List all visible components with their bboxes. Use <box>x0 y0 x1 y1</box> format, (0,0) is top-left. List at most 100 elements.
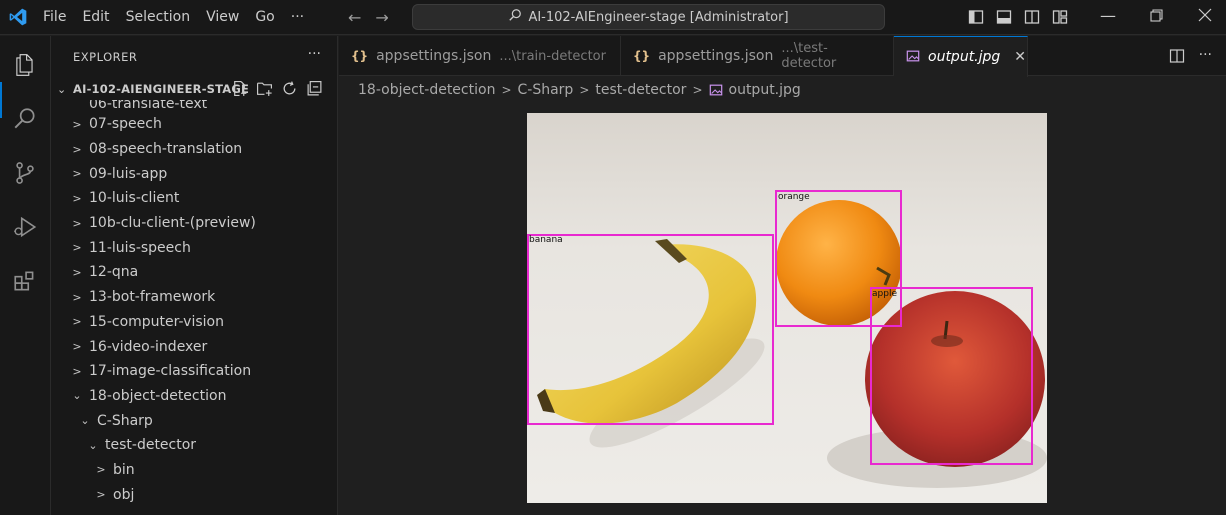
new-folder-icon[interactable] <box>256 80 273 101</box>
editor-tab-bar: {} appsettings.json ...\train-detector {… <box>339 36 1226 77</box>
menu-go[interactable]: Go <box>247 9 282 25</box>
toggle-primary-sidebar-icon[interactable] <box>968 9 984 29</box>
toggle-secondary-sidebar-icon[interactable] <box>1024 9 1040 29</box>
layout-controls <box>968 9 1068 29</box>
tree-item-label: obj <box>113 486 135 503</box>
menu-selection[interactable]: Selection <box>118 9 199 25</box>
menu-edit[interactable]: Edit <box>74 9 117 25</box>
vscode-logo-icon <box>0 0 35 35</box>
breadcrumb-item[interactable]: test-detector <box>595 82 686 98</box>
run-debug-icon[interactable] <box>10 212 40 242</box>
tree-item-partial[interactable]: 06-translate-text <box>89 100 207 112</box>
tab-appsettings-train[interactable]: {} appsettings.json ...\train-detector <box>339 36 621 76</box>
menu-view[interactable]: View <box>198 9 247 25</box>
tree-item-label: 12-qna <box>89 264 139 281</box>
json-file-icon: {} <box>633 49 651 63</box>
chevron-right-icon: > <box>72 364 82 378</box>
tree-item-label: 13-bot-framework <box>89 289 216 306</box>
tree-item[interactable]: >15-computer-vision <box>51 310 337 335</box>
tree-item-label: 08-speech-translation <box>89 141 243 158</box>
title-bar: File Edit Selection View Go ··· ← → AI-1… <box>0 0 1226 35</box>
close-window-icon[interactable] <box>1198 8 1212 26</box>
forward-arrow-icon[interactable]: → <box>375 8 388 27</box>
tab-label: appsettings.json <box>658 48 774 64</box>
tree-item-label: C-Sharp <box>97 412 153 429</box>
tree-item-label: 17-image-classification <box>89 363 252 380</box>
more-actions-icon[interactable]: ··· <box>1199 48 1212 68</box>
tree-item-label: 16-video-indexer <box>89 338 208 355</box>
restore-icon[interactable] <box>1150 9 1163 26</box>
detection-box-apple <box>870 287 1033 465</box>
close-tab-icon[interactable]: ✕ <box>1014 49 1026 65</box>
file-tree: >07-speech >08-speech-translation >09-luis… <box>51 112 337 507</box>
search-icon <box>508 8 522 26</box>
activity-bar <box>0 36 51 515</box>
command-center-search[interactable]: AI-102-AIEngineer-stage [Administrator] <box>412 4 885 30</box>
chevron-down-icon: ⌄ <box>72 389 82 403</box>
tree-item[interactable]: >11-luis-speech <box>51 235 337 260</box>
chevron-right-icon: > <box>72 315 82 329</box>
tree-item-label: 09-luis-app <box>89 165 168 182</box>
chevron-right-icon: > <box>72 117 82 131</box>
chevron-right-icon: > <box>72 340 82 354</box>
tree-item-label: 18-object-detection <box>89 387 227 404</box>
tab-output-jpg[interactable]: output.jpg ✕ <box>894 36 1028 77</box>
refresh-icon[interactable] <box>281 80 298 101</box>
tree-item[interactable]: > bin <box>51 458 337 483</box>
tree-item-label: 11-luis-speech <box>89 239 191 256</box>
chevron-right-icon: > <box>72 191 82 205</box>
tree-item[interactable]: >13-bot-framework <box>51 285 337 310</box>
minimize-icon[interactable]: — <box>1100 6 1116 25</box>
workspace-section-header[interactable]: ⌄ AI-102-AIENGINEER-STAGE <box>51 78 337 101</box>
breadcrumb-item[interactable]: C-Sharp <box>518 82 574 98</box>
nav-arrows: ← → <box>348 8 389 27</box>
explorer-icon[interactable] <box>10 50 40 80</box>
tree-item[interactable]: ⌄ 18-object-detection <box>51 384 337 409</box>
split-editor-icon[interactable] <box>1169 48 1185 68</box>
customize-layout-icon[interactable] <box>1052 9 1068 29</box>
detection-box-banana <box>527 234 774 425</box>
menu-more[interactable]: ··· <box>283 9 312 25</box>
tree-item[interactable]: >08-speech-translation <box>51 137 337 162</box>
tab-label: output.jpg <box>928 49 1001 65</box>
sidebar-title: EXPLORER <box>73 50 138 64</box>
tree-item[interactable]: >09-luis-app <box>51 161 337 186</box>
collapse-all-icon[interactable] <box>306 80 323 101</box>
tab-appsettings-test[interactable]: {} appsettings.json ...\test-detector <box>621 36 894 76</box>
tree-item[interactable]: >16-video-indexer <box>51 334 337 359</box>
detection-label-apple: apple <box>872 289 897 299</box>
tree-item[interactable]: >07-speech <box>51 112 337 137</box>
breadcrumb-item[interactable]: output.jpg <box>729 82 801 98</box>
chevron-right-icon: > <box>72 265 82 279</box>
tree-item-label: 10b-clu-client-(preview) <box>89 215 256 232</box>
chevron-down-icon: ⌄ <box>57 82 67 96</box>
chevron-right-icon: > <box>501 83 512 97</box>
search-activity-icon[interactable] <box>10 104 40 134</box>
menu-file[interactable]: File <box>35 9 74 25</box>
sidebar-more-actions[interactable]: ··· <box>308 46 321 62</box>
tree-item-label: bin <box>113 461 135 478</box>
tab-description: ...\train-detector <box>499 48 606 64</box>
tab-description: ...\test-detector <box>781 41 837 71</box>
tree-item[interactable]: ⌄ C-Sharp <box>51 408 337 433</box>
chevron-right-icon: > <box>72 290 82 304</box>
tree-item-label: 07-speech <box>89 116 162 133</box>
tree-item[interactable]: >10-luis-client <box>51 186 337 211</box>
tree-item-label: test-detector <box>105 437 197 454</box>
breadcrumb-item[interactable]: 18-object-detection <box>358 82 495 98</box>
tree-item[interactable]: > obj <box>51 482 337 507</box>
extensions-icon[interactable] <box>10 266 40 296</box>
source-control-icon[interactable] <box>10 158 40 188</box>
toggle-panel-icon[interactable] <box>996 9 1012 29</box>
tree-item[interactable]: ⌄ test-detector <box>51 433 337 458</box>
tree-item[interactable]: >17-image-classification <box>51 359 337 384</box>
new-file-icon[interactable] <box>231 80 248 101</box>
tab-label: appsettings.json <box>376 48 492 64</box>
back-arrow-icon[interactable]: ← <box>348 8 361 27</box>
tree-item[interactable]: >10b-clu-client-(preview) <box>51 211 337 236</box>
tree-item[interactable]: >12-qna <box>51 260 337 285</box>
editor-actions: ··· <box>1169 48 1212 68</box>
chevron-right-icon: > <box>579 83 590 97</box>
chevron-right-icon: > <box>72 142 82 156</box>
chevron-right-icon: > <box>96 463 106 477</box>
